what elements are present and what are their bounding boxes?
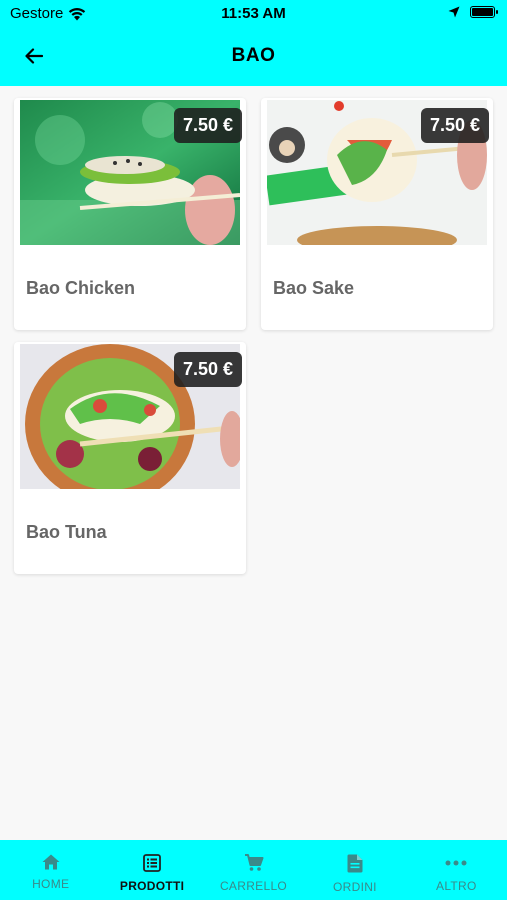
product-card[interactable]: 7.50 € Bao Tuna [14, 342, 246, 574]
product-card[interactable]: 7.50 € Bao Chicken [14, 98, 246, 330]
tab-altro-label: ALTRO [436, 879, 477, 893]
product-name: Bao Chicken [26, 278, 136, 298]
price-badge: 7.50 € [173, 352, 242, 387]
more-icon [445, 860, 467, 866]
list-icon [143, 854, 162, 872]
price-badge: 7.50 € [173, 108, 242, 143]
bottom-tab-bar: HOME PRODOTTI CARRELLO ORDINI ALTRO [0, 840, 507, 900]
tab-ordini-label: ORDINI [333, 880, 377, 894]
tab-ordini[interactable]: ORDINI [304, 840, 405, 900]
tab-altro[interactable]: ALTRO [406, 840, 507, 900]
document-icon [347, 854, 363, 873]
status-right [448, 6, 498, 18]
tab-home[interactable]: HOME [0, 840, 101, 900]
page-title: BAO [231, 45, 276, 66]
location-arrow-icon [448, 6, 460, 18]
top-bar: Gestore 11:53 AM BAO [0, 0, 507, 86]
product-name: Bao Tuna [26, 522, 107, 542]
product-name: Bao Sake [273, 278, 355, 298]
tab-carrello-label: CARRELLO [219, 879, 288, 893]
clock: 11:53 AM [221, 5, 286, 22]
cart-icon [244, 854, 264, 871]
nav-bar: BAO [0, 28, 507, 86]
status-bar: Gestore 11:53 AM [0, 0, 507, 28]
tab-home-label: HOME [32, 877, 70, 891]
tab-prodotti-label: PRODOTTI [119, 879, 185, 893]
home-icon [42, 854, 60, 870]
product-card[interactable]: 7.50 € Bao Sake [261, 98, 493, 330]
tab-prodotti[interactable]: PRODOTTI [101, 840, 202, 900]
tab-carrello[interactable]: CARRELLO [203, 840, 304, 900]
price-badge: 7.50 € [420, 108, 489, 143]
battery-icon [470, 6, 498, 18]
